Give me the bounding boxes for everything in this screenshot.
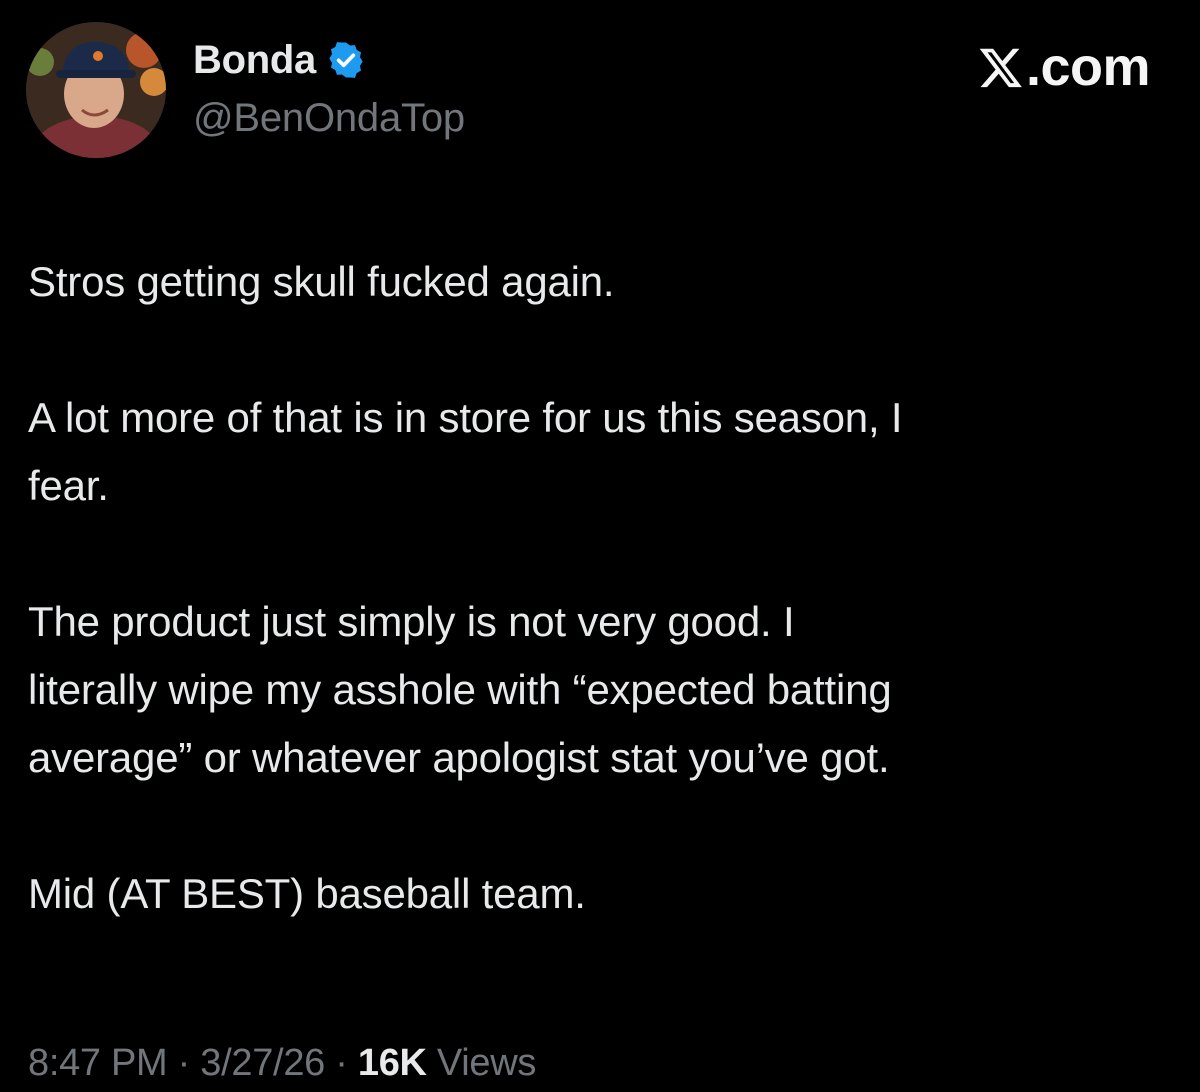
author-handle[interactable]: @BenOndaTop	[193, 96, 465, 141]
views-label: Views	[426, 1042, 537, 1084]
tweet-date[interactable]: 3/27/26	[200, 1042, 325, 1084]
brand-label: .com	[1025, 37, 1151, 97]
tweet-paragraph: Mid (AT BEST) baseball team.	[28, 870, 586, 917]
brand-watermark: .com	[978, 36, 1151, 98]
views-count[interactable]: 16K	[358, 1042, 427, 1084]
tweet-paragraph: Stros getting skull fucked again.	[28, 258, 615, 305]
author-name-row[interactable]: Bonda	[193, 38, 366, 82]
tweet-paragraph: A lot more of that is in store for us th…	[28, 394, 903, 509]
x-logo-icon	[979, 48, 1022, 88]
avatar[interactable]	[26, 22, 166, 158]
tweet-meta: 8:47 PM · 3/27/26 · 16K Views	[28, 1042, 536, 1085]
meta-separator: ·	[324, 1042, 358, 1084]
meta-separator: ·	[167, 1042, 201, 1084]
avatar-photo	[26, 22, 166, 158]
tweet-body: Stros getting skull fucked again. A lot …	[28, 248, 1178, 928]
tweet-paragraph: The product just simply is not very good…	[28, 598, 892, 781]
verified-badge-icon	[329, 42, 363, 78]
display-name[interactable]: Bonda	[193, 38, 316, 83]
tweet-time[interactable]: 8:47 PM	[28, 1042, 168, 1084]
